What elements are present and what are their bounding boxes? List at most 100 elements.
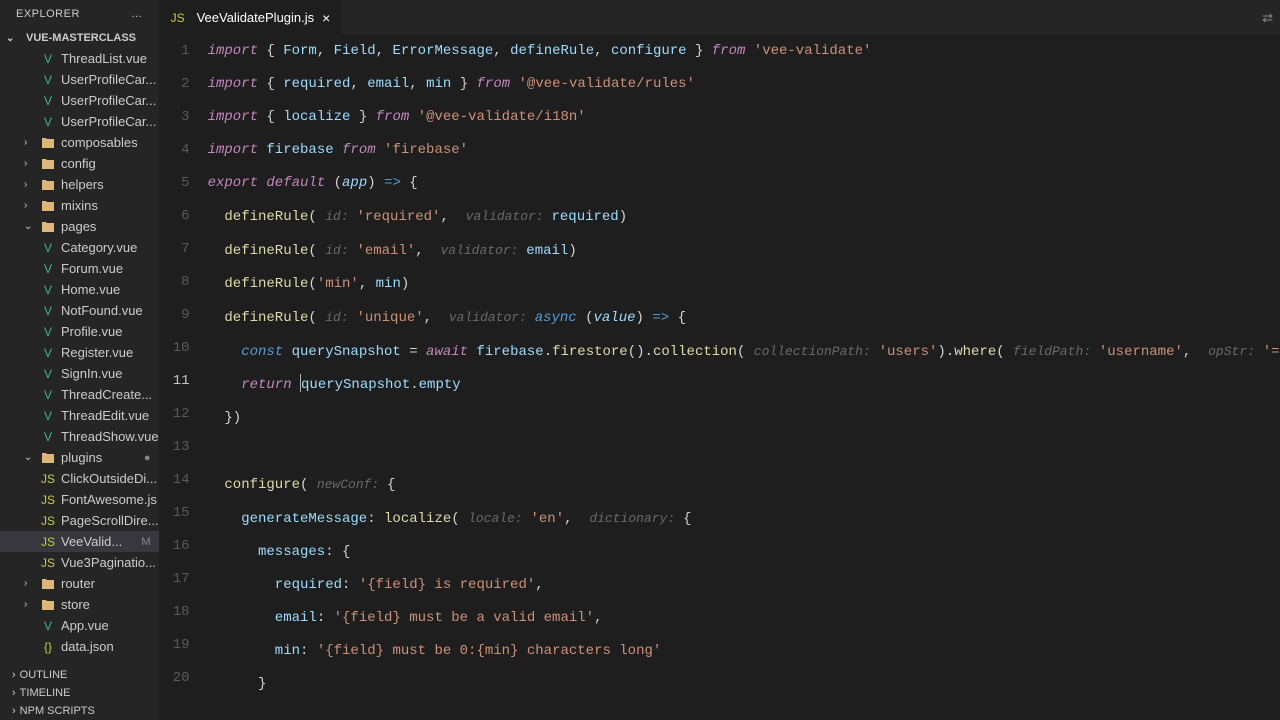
- chevron-icon: ›: [24, 158, 40, 169]
- line-gutter: 1234567891011121314151617181920: [160, 35, 208, 720]
- tree-item[interactable]: › mixins: [0, 195, 159, 216]
- tree-item[interactable]: V ThreadList.vue: [0, 48, 159, 69]
- folder-icon: [40, 219, 56, 235]
- tree-label: SignIn.vue: [61, 366, 122, 381]
- chevron-right-icon: ›: [12, 687, 16, 699]
- tree-item[interactable]: {}data.json: [0, 636, 159, 657]
- tree-item[interactable]: › helpers: [0, 174, 159, 195]
- tree-label: ThreadShow.vue: [61, 429, 159, 444]
- js-icon: JS: [170, 10, 186, 26]
- modified-indicator: ●: [144, 452, 151, 464]
- tab-actions: ⇄ ◫ …: [1262, 0, 1280, 35]
- tree-item[interactable]: VRegister.vue: [0, 342, 159, 363]
- tree-label: Category.vue: [61, 240, 137, 255]
- tree-label: router: [61, 576, 95, 591]
- vue-icon: V: [40, 618, 56, 634]
- tree-item[interactable]: ⌄ pages: [0, 216, 159, 237]
- tree-item[interactable]: VUserProfileCar...: [0, 90, 159, 111]
- tree-label: ThreadList.vue: [61, 51, 147, 66]
- chevron-down-icon: ⌄: [6, 33, 22, 44]
- tree-item[interactable]: ›composables: [0, 132, 159, 153]
- vue-icon: V: [40, 93, 56, 109]
- tree-item[interactable]: JSVue3Paginatio...: [0, 552, 159, 573]
- folder-icon: [40, 450, 56, 466]
- close-icon[interactable]: ×: [320, 8, 332, 28]
- tree-item[interactable]: VProfile.vue: [0, 321, 159, 342]
- tree-item[interactable]: JSPageScrollDire...: [0, 510, 159, 531]
- chevron-icon: ›: [24, 578, 40, 589]
- js-icon: JS: [40, 534, 56, 550]
- folder-icon: [40, 135, 56, 151]
- chevron-icon: ›: [24, 179, 40, 190]
- tree-item[interactable]: JSClickOutsideDi...: [0, 468, 159, 489]
- chevron-icon: ›: [24, 200, 40, 211]
- tree-label: App.vue: [61, 618, 109, 633]
- project-header[interactable]: ⌄ VUE-MASTERCLASS: [0, 28, 159, 48]
- tree-item[interactable]: VThreadEdit.vue: [0, 405, 159, 426]
- tree-item[interactable]: V ThreadShow.vue: [0, 426, 159, 447]
- vue-icon: V: [40, 261, 56, 277]
- explorer-menu-icon[interactable]: …: [131, 8, 143, 20]
- tree-item[interactable]: V UserProfileCar...: [0, 111, 159, 132]
- folder-icon: [40, 576, 56, 592]
- explorer-header: EXPLORER …: [0, 0, 159, 28]
- tree-label: store: [61, 597, 90, 612]
- chevron-right-icon: ›: [12, 705, 16, 717]
- explorer-sidebar: EXPLORER … ⌄ VUE-MASTERCLASS V ThreadList…: [0, 0, 160, 720]
- chevron-icon: ⌄: [24, 221, 40, 232]
- collapse-section[interactable]: ›NPM SCRIPTS: [0, 702, 159, 720]
- tree-item[interactable]: JS FontAwesome.js: [0, 489, 159, 510]
- js-icon: JS: [40, 492, 56, 508]
- tree-item[interactable]: V App.vue: [0, 615, 159, 636]
- section-label: TIMELINE: [20, 687, 71, 699]
- vue-icon: V: [40, 51, 56, 67]
- explorer-title: EXPLORER: [16, 8, 80, 20]
- code-content[interactable]: import { Form, Field, ErrorMessage, defi…: [208, 35, 1280, 720]
- code-editor[interactable]: 1234567891011121314151617181920 import {…: [160, 35, 1280, 720]
- chevron-right-icon: ›: [12, 669, 16, 681]
- tree-label: FontAwesome.js: [61, 492, 157, 507]
- tree-label: helpers: [61, 177, 104, 192]
- tree-item[interactable]: › config: [0, 153, 159, 174]
- tree-label: NotFound.vue: [61, 303, 143, 318]
- vue-icon: V: [40, 114, 56, 130]
- vue-icon: V: [40, 282, 56, 298]
- tree-label: Forum.vue: [61, 261, 123, 276]
- file-tree[interactable]: VThreadList.vueVUserProfileCar...VUserPr…: [0, 48, 159, 666]
- tree-item[interactable]: VThreadCreate...: [0, 384, 159, 405]
- collapse-section[interactable]: › TIMELINE: [0, 684, 159, 702]
- tree-label: PageScrollDire...: [61, 513, 159, 528]
- compare-icon[interactable]: ⇄: [1262, 10, 1273, 26]
- tree-label: ThreadCreate...: [61, 387, 152, 402]
- tree-item[interactable]: ⌄plugins●: [0, 447, 159, 468]
- tree-label: config: [61, 156, 96, 171]
- tree-label: UserProfileCar...: [61, 114, 156, 129]
- vue-icon: V: [40, 240, 56, 256]
- project-name: VUE-MASTERCLASS: [26, 32, 136, 44]
- tree-item[interactable]: V Forum.vue: [0, 258, 159, 279]
- chevron-icon: ⌄: [24, 452, 40, 463]
- section-label: OUTLINE: [20, 669, 68, 681]
- tab-active[interactable]: JS VeeValidatePlugin.js ×: [160, 0, 344, 35]
- tree-item[interactable]: VUserProfileCar...: [0, 69, 159, 90]
- tree-item[interactable]: V Category.vue: [0, 237, 159, 258]
- tree-label: ThreadEdit.vue: [61, 408, 149, 423]
- json-icon: {}: [40, 639, 56, 655]
- vue-icon: V: [40, 429, 56, 445]
- tree-label: mixins: [61, 198, 98, 213]
- tree-label: Home.vue: [61, 282, 120, 297]
- folder-icon: [40, 597, 56, 613]
- tree-label: pages: [61, 219, 96, 234]
- folder-icon: [40, 177, 56, 193]
- tree-item[interactable]: VSignIn.vue: [0, 363, 159, 384]
- tree-item[interactable]: JSVeeValid...M: [0, 531, 159, 552]
- tree-label: composables: [61, 135, 138, 150]
- tree-item[interactable]: ›store: [0, 594, 159, 615]
- collapse-section[interactable]: › OUTLINE: [0, 666, 159, 684]
- vue-icon: V: [40, 324, 56, 340]
- tree-item[interactable]: VNotFound.vue: [0, 300, 159, 321]
- tree-item[interactable]: › router: [0, 573, 159, 594]
- tree-label: Vue3Paginatio...: [61, 555, 156, 570]
- modified-indicator: M: [141, 536, 150, 548]
- tree-item[interactable]: V Home.vue: [0, 279, 159, 300]
